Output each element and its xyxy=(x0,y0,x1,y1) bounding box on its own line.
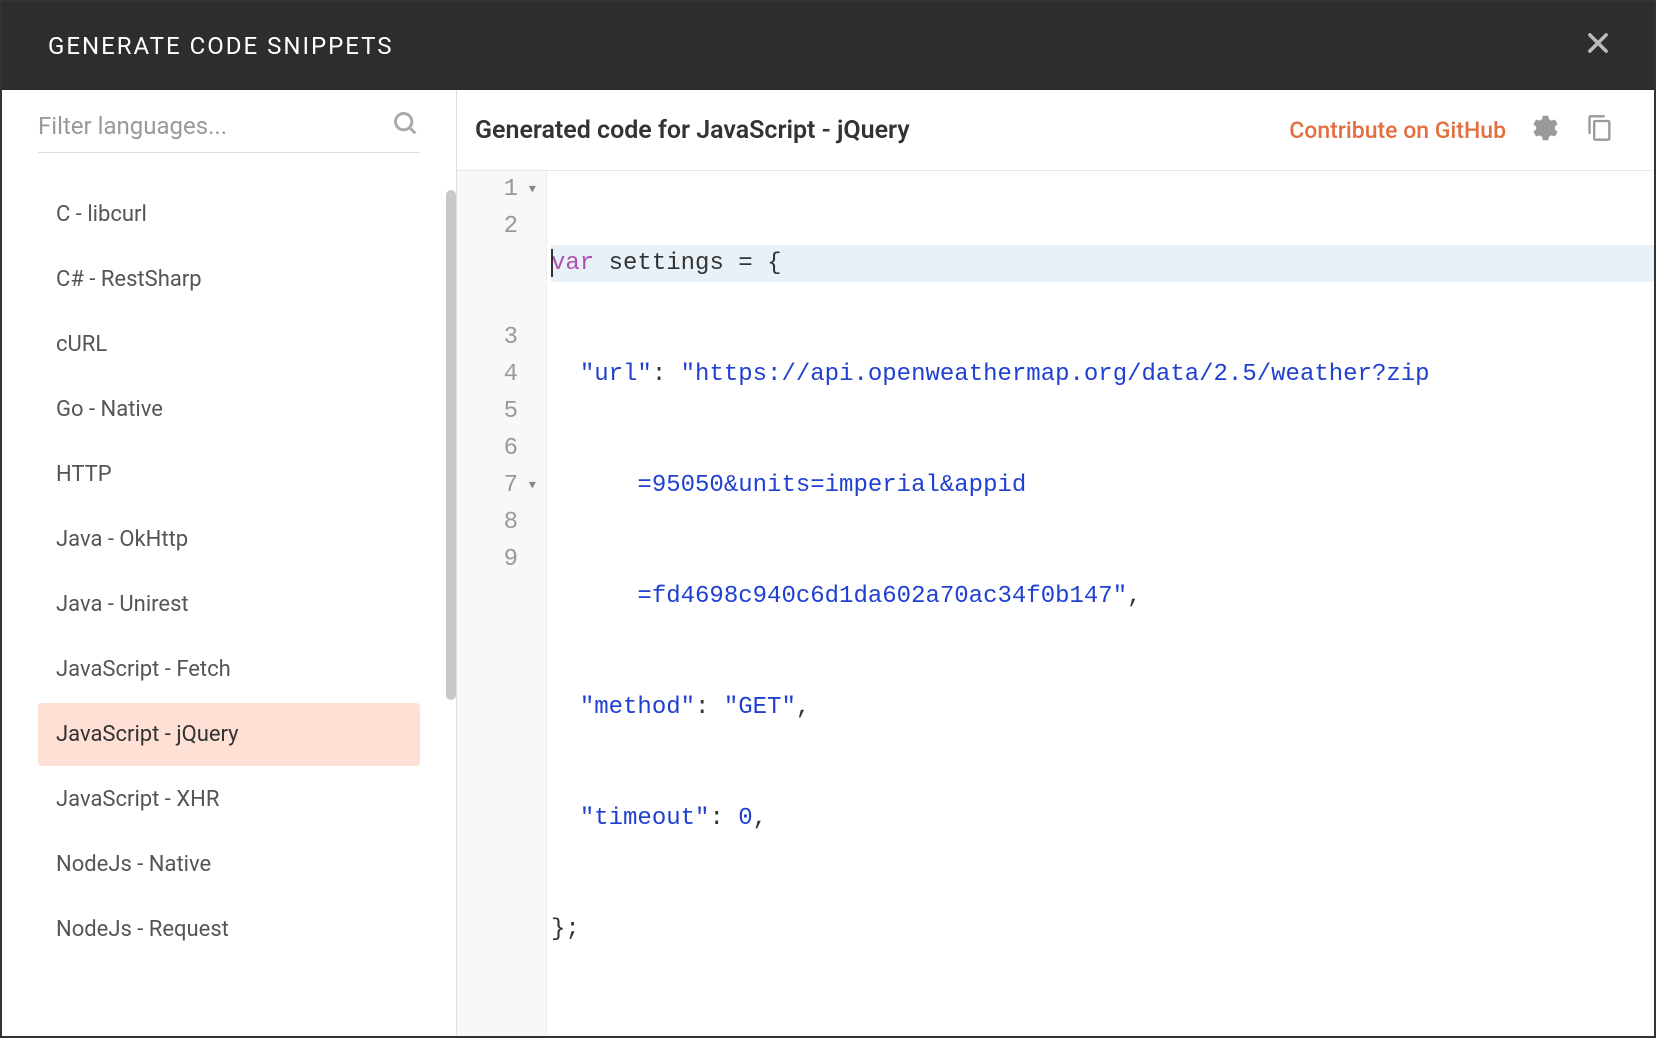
modal-body: C - libcurl C# - RestSharp cURL Go - Nat… xyxy=(2,90,1654,1036)
search-icon xyxy=(392,110,420,142)
close-button[interactable] xyxy=(1578,26,1618,66)
language-item-javascript-xhr[interactable]: JavaScript - XHR xyxy=(38,768,420,831)
copy-icon xyxy=(1586,114,1614,146)
close-icon xyxy=(1584,27,1612,65)
line-number: 1▼ xyxy=(457,171,538,208)
text-cursor xyxy=(551,249,553,277)
line-spacer xyxy=(457,282,538,319)
language-item-javascript-jquery[interactable]: JavaScript - jQuery xyxy=(38,703,420,766)
language-item-java-unirest[interactable]: Java - Unirest xyxy=(38,573,420,636)
gutter: 1▼ 2 3 4 5 6 7▼ 8 9 xyxy=(457,171,547,1036)
line-number: 7▼ xyxy=(457,467,538,504)
code-snippet-modal: GENERATE CODE SNIPPETS C - libcurl C# - … xyxy=(2,2,1654,1036)
code-line: =95050&units=imperial&appid xyxy=(551,467,1654,504)
line-spacer xyxy=(457,245,538,282)
code-line: "method": "GET", xyxy=(551,689,1654,726)
language-item-nodejs-request[interactable]: NodeJs - Request xyxy=(38,898,420,961)
language-item-http[interactable]: HTTP xyxy=(38,443,420,506)
scrollbar-thumb[interactable] xyxy=(446,190,456,700)
copy-button[interactable] xyxy=(1582,112,1618,148)
language-item-nodejs-native[interactable]: NodeJs - Native xyxy=(38,833,420,896)
modal-header: GENERATE CODE SNIPPETS xyxy=(2,2,1654,90)
code-line: "timeout": 0, xyxy=(551,800,1654,837)
code-line: var settings = { xyxy=(551,245,1654,282)
filter-wrap xyxy=(38,110,420,153)
modal-title: GENERATE CODE SNIPPETS xyxy=(48,32,394,60)
language-item-curl[interactable]: cURL xyxy=(38,313,420,376)
language-sidebar: C - libcurl C# - RestSharp cURL Go - Nat… xyxy=(2,90,457,1036)
line-number: 3 xyxy=(457,319,538,356)
language-item-go-native[interactable]: Go - Native xyxy=(38,378,420,441)
language-item-c-libcurl[interactable]: C - libcurl xyxy=(38,183,420,246)
line-number: 5 xyxy=(457,393,538,430)
language-item-java-okhttp[interactable]: Java - OkHttp xyxy=(38,508,420,571)
language-item-csharp-restsharp[interactable]: C# - RestSharp xyxy=(38,248,420,311)
code-area[interactable]: var settings = { "url": "https://api.ope… xyxy=(547,171,1654,1036)
contribute-github-link[interactable]: Contribute on GitHub xyxy=(1289,117,1506,144)
filter-input[interactable] xyxy=(38,112,380,140)
line-number: 4 xyxy=(457,356,538,393)
content-header: Generated code for JavaScript - jQuery C… xyxy=(457,90,1654,170)
line-number: 9 xyxy=(457,541,538,578)
line-number: 2 xyxy=(457,208,538,245)
code-line: =fd4698c940c6d1da602a70ac34f0b147", xyxy=(551,578,1654,615)
content-panel: Generated code for JavaScript - jQuery C… xyxy=(457,90,1654,1036)
language-item-javascript-fetch[interactable]: JavaScript - Fetch xyxy=(38,638,420,701)
language-list: C - libcurl C# - RestSharp cURL Go - Nat… xyxy=(38,183,420,963)
generated-code-title: Generated code for JavaScript - jQuery xyxy=(475,116,1269,145)
code-line xyxy=(551,1022,1654,1036)
settings-button[interactable] xyxy=(1526,112,1562,148)
line-number: 8 xyxy=(457,504,538,541)
sidebar-scrollbar[interactable] xyxy=(446,190,456,710)
line-number: 6 xyxy=(457,430,538,467)
gear-icon xyxy=(1530,114,1558,146)
code-editor[interactable]: 1▼ 2 3 4 5 6 7▼ 8 9 var settings = { "ur… xyxy=(457,170,1654,1036)
code-line: }; xyxy=(551,911,1654,948)
fold-marker-icon[interactable]: ▼ xyxy=(529,171,536,208)
code-line: "url": "https://api.openweathermap.org/d… xyxy=(551,356,1654,393)
fold-marker-icon[interactable]: ▼ xyxy=(529,467,536,504)
